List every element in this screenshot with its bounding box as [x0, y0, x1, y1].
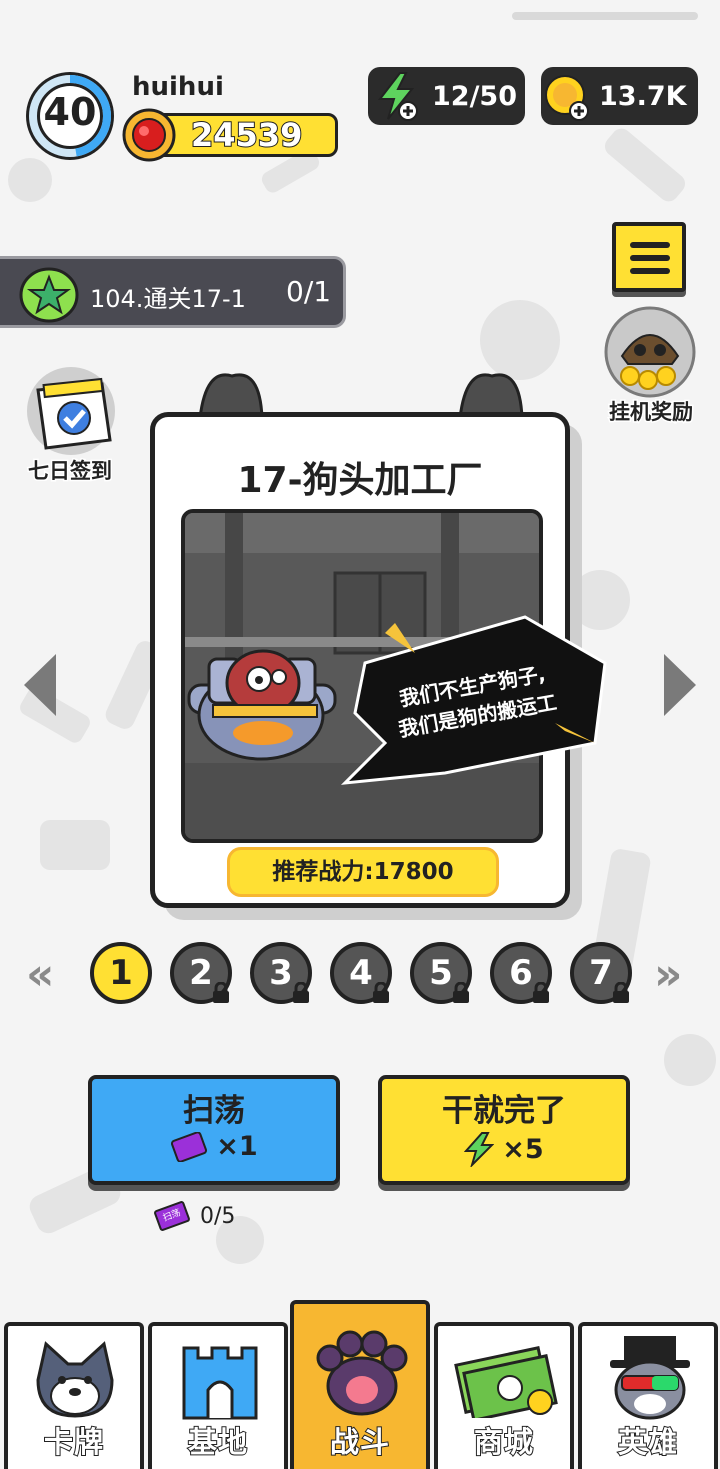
stage-7-button[interactable]: 7 [570, 942, 632, 1004]
fight-button[interactable]: 干就完了 ×5 [378, 1075, 630, 1185]
player-name: huihui [132, 72, 224, 102]
nav-shop[interactable]: 商城 [434, 1322, 574, 1469]
fight-label: 干就完了 [442, 1093, 566, 1129]
star-coin-icon [19, 267, 79, 323]
lock-icon [453, 982, 469, 1003]
energy-counter[interactable]: 12/50 [368, 67, 525, 125]
sweep-ticket-icon [171, 1131, 208, 1162]
paw-icon [316, 1330, 408, 1416]
nav-battle[interactable]: 战斗 [290, 1300, 430, 1469]
hamburger-icon [630, 242, 670, 274]
lock-icon [613, 982, 629, 1003]
coin-counter[interactable]: 13.7K [541, 67, 698, 125]
raccoon-hero-icon [610, 1336, 690, 1420]
lock-icon [213, 982, 229, 1003]
ticket-count: 扫荡 0/5 [152, 1198, 252, 1234]
stage-next-icon[interactable]: » [654, 950, 682, 1000]
stage-card: 17-狗头加工厂 我们不生产狗子, 我们是狗的搬运工 推荐战力:17800 [150, 412, 607, 908]
checkin-label: 七日签到 [27, 458, 114, 485]
lightning-plus-icon [377, 72, 418, 121]
recommended-power: 推荐战力:17800 [227, 847, 499, 897]
nav-label: 基地 [187, 1424, 248, 1460]
stage-4-button[interactable]: 4 [330, 942, 392, 1004]
sweep-button[interactable]: 扫荡 ×1 [88, 1075, 340, 1185]
stage-1-button[interactable]: 1 [90, 942, 152, 1004]
nav-cards[interactable]: 卡牌 [4, 1322, 144, 1469]
ticket-word: 扫荡 [153, 1200, 191, 1232]
next-chapter-arrow-icon[interactable] [660, 652, 700, 718]
sweep-cost: ×1 [216, 1131, 258, 1162]
idle-reward-button[interactable] [602, 306, 698, 398]
treasure-skull-icon [604, 306, 696, 398]
power-value: 24539 [190, 115, 303, 155]
stage-2-button[interactable]: 2 [170, 942, 232, 1004]
lock-icon [373, 982, 389, 1003]
checkin-button[interactable] [24, 366, 118, 456]
stage-5-button[interactable]: 5 [410, 942, 472, 1004]
sweep-label: 扫荡 [183, 1093, 245, 1129]
stage-prev-icon[interactable]: « [26, 950, 54, 1000]
menu-button[interactable] [612, 222, 686, 292]
game-screen: { "player": {"level": "40", "name": "hui… [0, 0, 720, 1469]
power-bar: 24539 [148, 113, 338, 157]
quest-text: 104.通关17-1 [90, 285, 246, 313]
quest-bar[interactable]: 104.通关17-1 0/1 [0, 256, 346, 328]
stage-6-button[interactable]: 6 [490, 942, 552, 1004]
nav-label: 卡牌 [43, 1424, 104, 1460]
right-ear-icon [458, 373, 524, 418]
nav-hero[interactable]: 英雄 [578, 1322, 718, 1469]
stage-3-button[interactable]: 3 [250, 942, 312, 1004]
quest-progress: 0/1 [286, 275, 332, 308]
left-ear-icon [198, 373, 264, 418]
ticket-icon: 扫荡 [152, 1200, 192, 1232]
stage-number: 1 [109, 953, 133, 993]
stage-title: 17-狗头加工厂 [237, 460, 483, 501]
fight-cost: ×5 [502, 1133, 544, 1165]
lock-icon [533, 982, 549, 1003]
calendar-check-icon [27, 367, 115, 455]
nav-label: 商城 [473, 1424, 534, 1460]
idle-reward-label: 挂机奖励 [608, 399, 695, 426]
coin-value: 13.7K [599, 80, 687, 112]
energy-icon [464, 1132, 495, 1167]
castle-icon [182, 1346, 258, 1420]
nav-label: 英雄 [617, 1424, 678, 1460]
energy-value: 12/50 [432, 80, 518, 112]
nav-label: 战斗 [329, 1424, 390, 1460]
ticket-count-value: 0/5 [200, 1203, 236, 1229]
level-badge[interactable]: 40 [22, 68, 118, 164]
coin-plus-icon [545, 75, 589, 121]
status-bar-handle [512, 12, 698, 20]
lock-icon [293, 982, 309, 1003]
level-number: 40 [43, 90, 97, 134]
dog-icon [36, 1341, 114, 1418]
nav-base[interactable]: 基地 [148, 1322, 288, 1469]
money-icon [454, 1346, 558, 1418]
prev-chapter-arrow-icon[interactable] [20, 652, 60, 718]
boxing-glove-icon [122, 108, 176, 162]
